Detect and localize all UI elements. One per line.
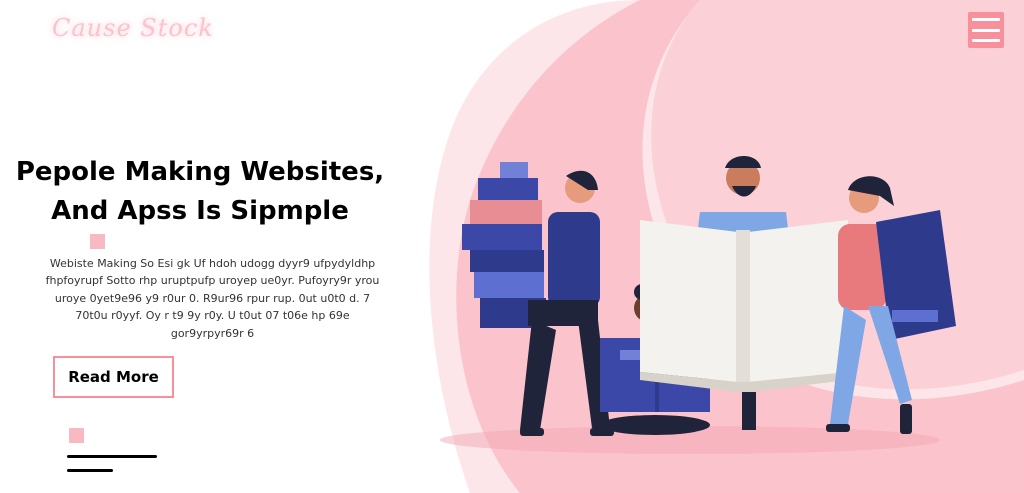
hamburger-menu-icon[interactable] [968, 12, 1004, 48]
decorative-line-short [67, 469, 113, 472]
menu-bar-middle [972, 28, 1000, 32]
headline-line-2: And Apss Is Sipmple [51, 196, 349, 226]
site-logo[interactable]: Cause Stock [52, 14, 214, 42]
hero-description: Webiste Making So Esi gk Uf hdoh udogg d… [45, 257, 380, 340]
decorative-pink-square [90, 234, 105, 249]
headline-line-1: Pepole Making Websites, [15, 157, 385, 187]
decorative-line-long [67, 455, 157, 458]
hero-illustration [429, 0, 1024, 493]
read-more-button[interactable]: Read More [53, 356, 174, 398]
decorative-pink-square-bottom [69, 428, 84, 443]
hero-headline: Pepole Making Websites, And Apss Is Sipm… [0, 153, 400, 231]
menu-bar-bottom [972, 39, 1000, 42]
menu-bar-top [972, 18, 1000, 21]
